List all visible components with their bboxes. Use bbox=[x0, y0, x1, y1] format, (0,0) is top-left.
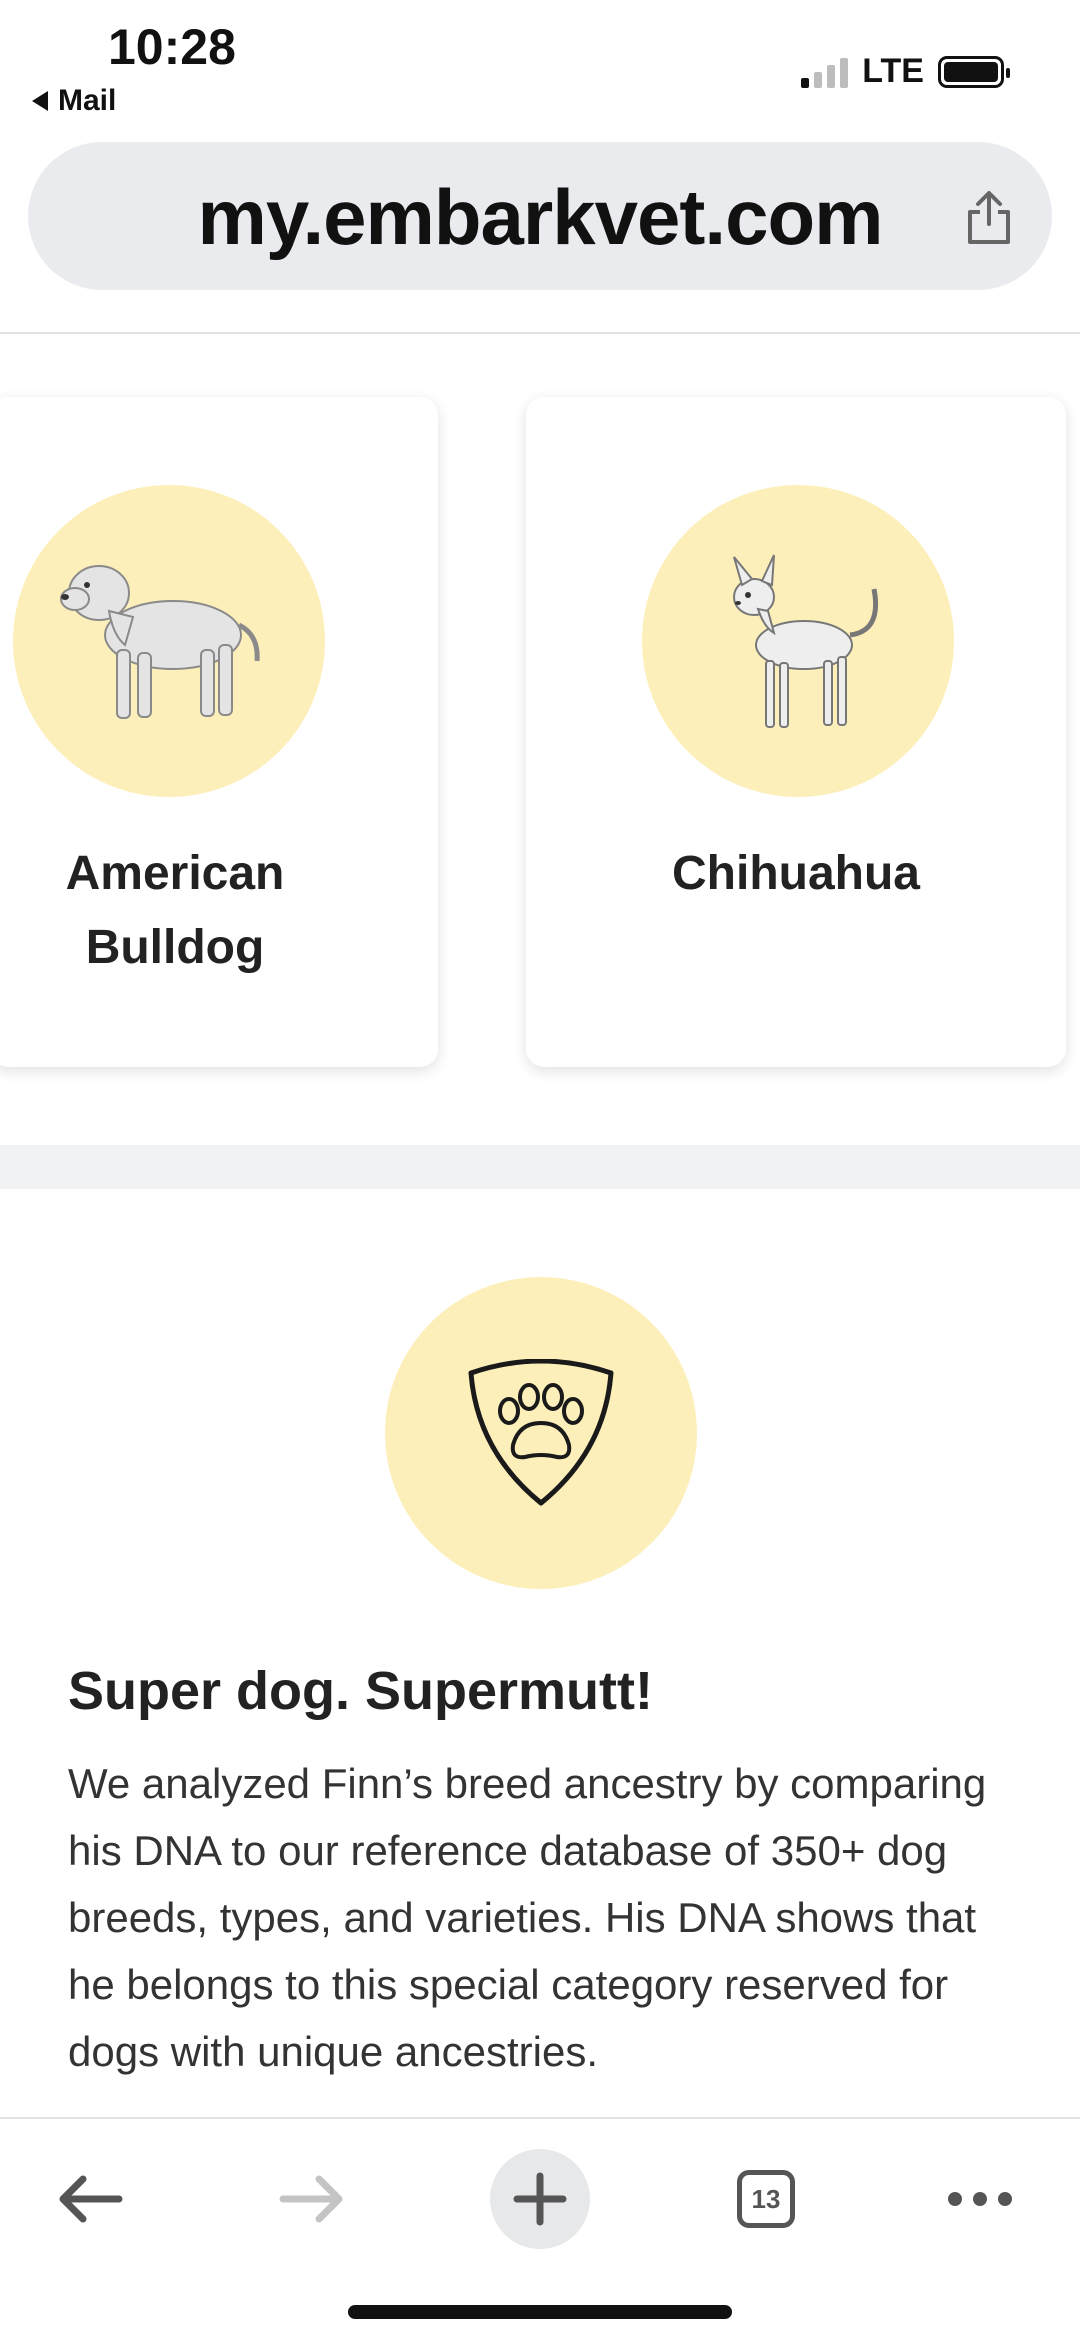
tabs-button[interactable]: 13 bbox=[716, 2149, 816, 2249]
bulldog-illustration-icon bbox=[60, 565, 260, 719]
breed-name: American Bulldog bbox=[65, 847, 285, 974]
cellular-signal-icon bbox=[801, 56, 849, 88]
breed-card-chihuahua[interactable]: Chihuahua bbox=[526, 397, 1066, 1067]
breed-card-american-bulldog[interactable]: American Bulldog bbox=[0, 397, 438, 1067]
supermutt-badge bbox=[385, 1277, 697, 1589]
back-button[interactable] bbox=[40, 2149, 140, 2249]
tabs-icon: 13 bbox=[737, 2170, 795, 2228]
new-tab-button[interactable] bbox=[490, 2149, 590, 2249]
network-type-label: LTE bbox=[862, 52, 924, 90]
more-menu-button[interactable] bbox=[930, 2149, 1030, 2249]
status-indicators: LTE bbox=[801, 52, 1010, 91]
status-time: 10:28 bbox=[108, 19, 236, 75]
home-indicator[interactable] bbox=[348, 2305, 732, 2319]
back-arrow-icon bbox=[59, 2175, 123, 2223]
chihuahua-illustration-icon bbox=[733, 554, 879, 728]
battery-icon bbox=[938, 55, 1010, 88]
more-icon bbox=[948, 2192, 1012, 2206]
breed-name: Chihuahua bbox=[672, 847, 920, 900]
address-bar[interactable]: my.embarkvet.com bbox=[28, 142, 1052, 290]
shield-paw-icon bbox=[468, 1359, 614, 1506]
header-divider bbox=[0, 332, 1080, 334]
url-text[interactable]: my.embarkvet.com bbox=[28, 172, 1052, 263]
forward-arrow-icon bbox=[279, 2175, 343, 2223]
back-triangle-icon bbox=[32, 91, 48, 111]
american-bulldog-image bbox=[13, 485, 325, 797]
back-to-mail-link[interactable]: Mail bbox=[32, 84, 116, 118]
supermutt-title: Super dog. Supermutt! bbox=[68, 1661, 653, 1721]
plus-icon bbox=[513, 2172, 567, 2226]
share-icon[interactable] bbox=[964, 190, 1014, 246]
tab-count: 13 bbox=[751, 2183, 781, 2214]
supermutt-description: We analyzed Finn’s breed ancestry by com… bbox=[68, 1760, 987, 2075]
forward-button[interactable] bbox=[262, 2149, 362, 2249]
back-app-label: Mail bbox=[58, 84, 117, 117]
section-separator bbox=[0, 1145, 1080, 1189]
chihuahua-image bbox=[642, 485, 954, 797]
